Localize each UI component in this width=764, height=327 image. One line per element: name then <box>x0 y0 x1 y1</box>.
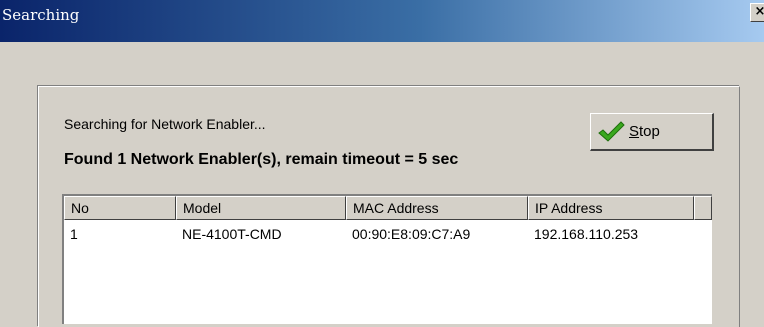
stop-mnemonic: S <box>629 123 640 140</box>
column-header-ip-address[interactable]: IP Address <box>528 196 694 220</box>
found-count-text: Found 1 Network Enabler(s), remain timeo… <box>64 151 459 168</box>
checkmark-icon <box>598 121 625 142</box>
close-button[interactable]: × <box>750 3 764 22</box>
cell-no: 1 <box>70 226 78 242</box>
list-header: No Model MAC Address IP Address <box>64 196 712 220</box>
stop-label-rest: top <box>639 123 660 140</box>
cell-ip-address: 192.168.110.253 <box>534 226 639 242</box>
results-list[interactable]: No Model MAC Address IP Address 1 NE-410… <box>62 194 712 324</box>
column-header-mac-address[interactable]: MAC Address <box>346 196 528 220</box>
stop-button-label: Stop <box>629 123 660 140</box>
column-header-no[interactable]: No <box>64 196 176 220</box>
cell-model: NE-4100T-CMD <box>182 226 282 242</box>
stop-button[interactable]: Stop <box>590 113 714 151</box>
column-header-model[interactable]: Model <box>176 196 346 220</box>
table-row[interactable]: 1 NE-4100T-CMD 00:90:E8:09:C7:A9 192.168… <box>64 226 712 248</box>
searching-status-text: Searching for Network Enabler... <box>64 116 266 132</box>
title-bar[interactable]: Searching <box>0 0 764 42</box>
column-header-filler <box>694 196 712 220</box>
close-icon: × <box>754 4 764 19</box>
cell-mac-address: 00:90:E8:09:C7:A9 <box>352 226 471 242</box>
window-title: Searching <box>2 6 80 24</box>
